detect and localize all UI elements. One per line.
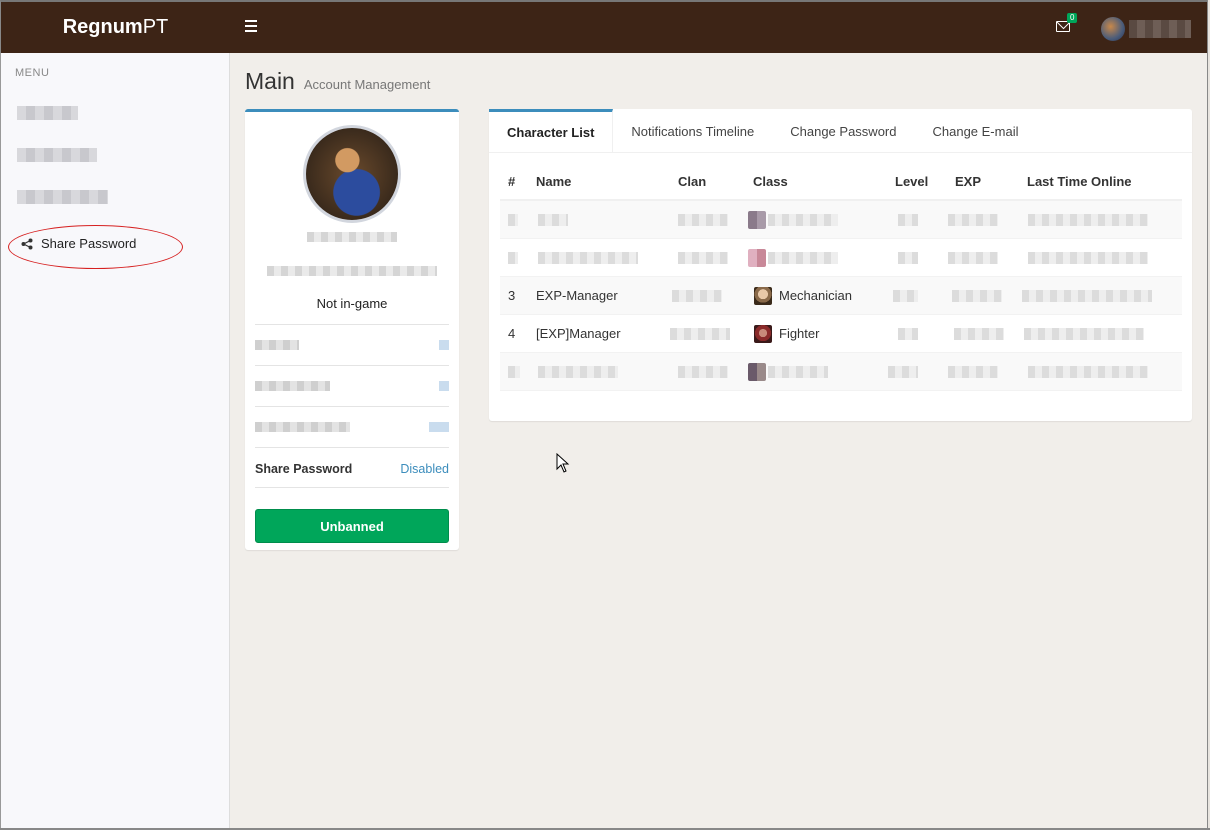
tab-character-list[interactable]: Character List — [489, 109, 614, 153]
character-name: EXP-Manager — [536, 288, 618, 303]
row-number: 3 — [508, 288, 516, 303]
ingame-status: Not in-game — [316, 296, 388, 311]
row-number: 4 — [508, 326, 516, 341]
tab-change-password[interactable]: Change Password — [772, 109, 914, 153]
character-class: Fighter — [779, 326, 820, 341]
user-avatar[interactable] — [1101, 17, 1125, 41]
tab-notifications-timeline[interactable]: Notifications Timeline — [613, 109, 772, 153]
column-header: Level — [895, 174, 929, 189]
share-password-row: Share Password Disabled — [255, 447, 449, 488]
sidebar-item-redacted-2[interactable] — [17, 148, 97, 162]
class-icon — [748, 249, 766, 267]
tab-change-email[interactable]: Change E-mail — [914, 109, 1036, 153]
column-header: Name — [536, 174, 572, 189]
tabs-panel: Character List Notifications Timeline Ch… — [489, 109, 1192, 421]
profile-info-row — [255, 406, 449, 447]
table-row[interactable] — [500, 201, 1182, 239]
table-row[interactable] — [500, 239, 1182, 277]
tab-bar: Character List Notifications Timeline Ch… — [489, 109, 1192, 153]
profile-name-redacted — [307, 232, 397, 242]
profile-avatar — [303, 125, 401, 223]
class-icon — [748, 211, 766, 229]
ban-status-button[interactable]: Unbanned — [255, 509, 449, 543]
messages-count-badge: 0 — [1067, 13, 1078, 23]
profile-card: Not in-game Share Password Disabled Unba… — [245, 109, 459, 550]
sidebar-item-redacted-3[interactable] — [17, 190, 108, 204]
table-row[interactable]: 3 EXP-Manager Mechanician — [500, 277, 1182, 315]
page-header: Main Account Management — [245, 68, 430, 95]
class-icon — [748, 363, 766, 381]
sidebar-toggle-icon[interactable] — [245, 20, 257, 32]
column-header: # — [508, 174, 516, 189]
share-password-label: Share Password — [255, 462, 353, 476]
sidebar-item-redacted-1[interactable] — [17, 106, 78, 120]
page-subtitle: Account Management — [303, 77, 431, 92]
mouse-cursor-icon — [556, 453, 570, 473]
column-header: Clan — [678, 174, 707, 189]
page-title: Main — [245, 68, 295, 94]
profile-info-row — [255, 365, 449, 406]
messages-button[interactable]: 0 — [1056, 13, 1078, 34]
sidebar: MENU Share Password — [0, 53, 230, 830]
character-class: Mechanician — [779, 288, 852, 303]
profile-email-redacted — [267, 266, 437, 276]
character-name: [EXP]Manager — [536, 326, 621, 341]
character-table: # Name Clan Class Level EXP Last Time On… — [500, 165, 1182, 391]
fighter-icon — [754, 325, 772, 343]
column-header: Class — [753, 174, 788, 189]
top-navbar: Regnum PT 0 — [0, 0, 1207, 53]
sidebar-menu-header: MENU — [15, 67, 50, 79]
table-row[interactable] — [500, 353, 1182, 391]
brand-name-light: PT — [142, 16, 169, 38]
table-row[interactable]: 4 [EXP]Manager Fighter — [500, 315, 1182, 353]
brand-name-bold: Regnum — [62, 16, 143, 38]
column-header: EXP — [955, 174, 982, 189]
annotation-ellipse — [8, 225, 183, 269]
table-header: # Name Clan Class Level EXP Last Time On… — [500, 165, 1182, 201]
profile-info-row — [255, 324, 449, 365]
column-header: Last Time Online — [1027, 174, 1132, 189]
user-name-redacted[interactable] — [1129, 20, 1191, 38]
share-password-status[interactable]: Disabled — [400, 462, 449, 476]
brand-logo[interactable]: Regnum PT — [1, 2, 230, 53]
mechanician-icon — [754, 287, 772, 305]
